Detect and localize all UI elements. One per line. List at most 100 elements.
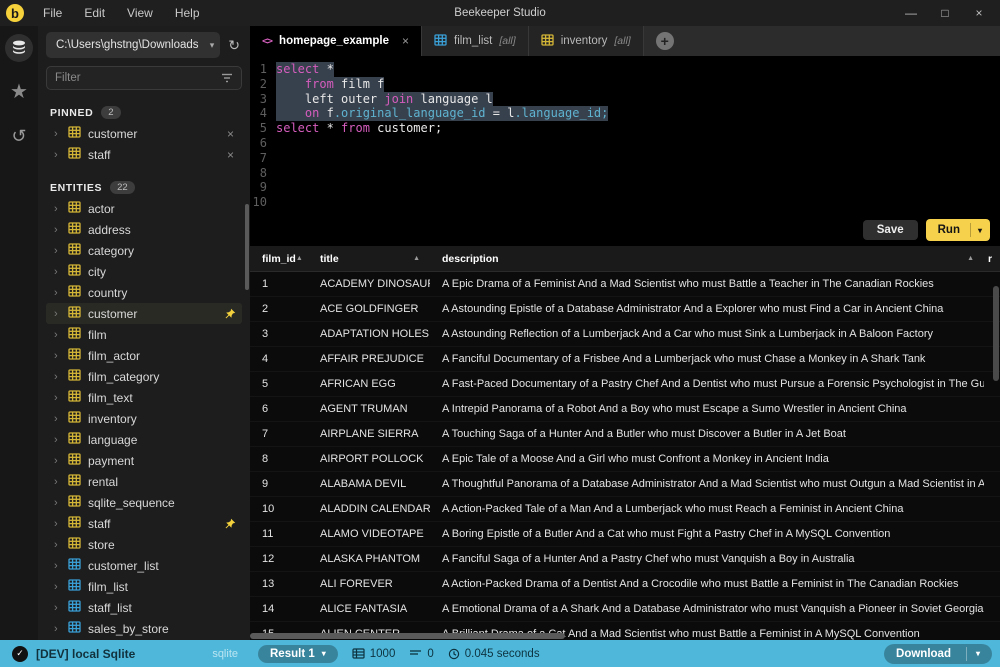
pinned-item-customer[interactable]: ›customer× bbox=[46, 123, 242, 144]
download-caret-icon[interactable]: ▾ bbox=[976, 649, 980, 658]
pinned-section-header[interactable]: PINNED 2 bbox=[50, 106, 238, 119]
column-header-r[interactable]: r bbox=[984, 253, 1000, 265]
table-row[interactable]: 8AIRPORT POLLOCKA Epic Tale of a Moose A… bbox=[250, 447, 1000, 472]
save-button[interactable]: Save bbox=[863, 220, 918, 240]
entity-item-staff[interactable]: ›staff bbox=[46, 513, 242, 534]
entity-item-film[interactable]: ›film bbox=[46, 324, 242, 345]
table-row[interactable]: 7AIRPLANE SIERRAA Touching Saga of a Hun… bbox=[250, 422, 1000, 447]
sort-arrow-icon[interactable]: ▲ bbox=[413, 255, 426, 262]
entity-item-actor[interactable]: ›actor bbox=[46, 198, 242, 219]
favorites-tab-icon[interactable]: ★ bbox=[5, 78, 33, 106]
table-row[interactable]: 9ALABAMA DEVILA Thoughtful Panorama of a… bbox=[250, 472, 1000, 497]
entity-item-sqlite_sequence[interactable]: ›sqlite_sequence bbox=[46, 492, 242, 513]
table-row[interactable]: 14ALICE FANTASIAA Emotional Drama of a A… bbox=[250, 597, 1000, 622]
chevron-right-icon[interactable]: › bbox=[54, 413, 61, 425]
pin-icon[interactable] bbox=[224, 308, 236, 320]
table-row[interactable]: 4AFFAIR PREJUDICEA Fanciful Documentary … bbox=[250, 347, 1000, 372]
column-header-film_id[interactable]: film_id▲ bbox=[250, 253, 308, 265]
entity-item-inventory[interactable]: ›inventory bbox=[46, 408, 242, 429]
table-row[interactable]: 11ALAMO VIDEOTAPEA Boring Epistle of a B… bbox=[250, 522, 1000, 547]
unpin-icon[interactable]: × bbox=[225, 127, 236, 141]
entity-item-staff_list[interactable]: ›staff_list bbox=[46, 597, 242, 618]
sidebar-scrollbar[interactable] bbox=[245, 204, 249, 290]
entity-item-country[interactable]: ›country bbox=[46, 282, 242, 303]
table-row[interactable]: 1ACADEMY DINOSAURA Epic Drama of a Femin… bbox=[250, 272, 1000, 297]
unpin-icon[interactable]: × bbox=[225, 148, 236, 162]
entity-item-film_list[interactable]: ›film_list bbox=[46, 576, 242, 597]
table-row[interactable]: 2ACE GOLDFINGERA Astounding Epistle of a… bbox=[250, 297, 1000, 322]
chevron-right-icon[interactable]: › bbox=[54, 560, 61, 572]
entity-item-store[interactable]: ›store bbox=[46, 534, 242, 555]
pinned-item-staff[interactable]: ›staff× bbox=[46, 144, 242, 165]
entity-item-address[interactable]: ›address bbox=[46, 219, 242, 240]
chevron-right-icon[interactable]: › bbox=[54, 266, 61, 278]
entity-item-city[interactable]: ›city bbox=[46, 261, 242, 282]
chevron-right-icon[interactable]: › bbox=[54, 476, 61, 488]
entity-item-language[interactable]: ›language bbox=[46, 429, 242, 450]
run-dropdown-caret-icon[interactable]: ▾ bbox=[978, 226, 990, 235]
chevron-right-icon[interactable]: › bbox=[54, 455, 61, 467]
table-row[interactable]: 13ALI FOREVERA Action-Packed Drama of a … bbox=[250, 572, 1000, 597]
tab-inventory[interactable]: inventory[all] bbox=[529, 26, 644, 56]
chevron-right-icon[interactable]: › bbox=[54, 287, 61, 299]
chevron-right-icon[interactable]: › bbox=[54, 434, 61, 446]
close-button[interactable]: × bbox=[964, 2, 994, 24]
sort-arrow-icon[interactable]: ▲ bbox=[967, 255, 980, 262]
chevron-right-icon[interactable]: › bbox=[54, 602, 61, 614]
table-row[interactable]: 10ALADDIN CALENDARA Action-Packed Tale o… bbox=[250, 497, 1000, 522]
entity-item-customer_list[interactable]: ›customer_list bbox=[46, 555, 242, 576]
result-selector-button[interactable]: Result 1 ▾ bbox=[258, 645, 338, 663]
table-row[interactable]: 12ALASKA PHANTOMA Fanciful Saga of a Hun… bbox=[250, 547, 1000, 572]
tab-close-icon[interactable]: × bbox=[402, 34, 409, 48]
chevron-right-icon[interactable]: › bbox=[54, 539, 61, 551]
table-row[interactable]: 3ADAPTATION HOLESA Astounding Reflection… bbox=[250, 322, 1000, 347]
entity-item-rental[interactable]: ›rental bbox=[46, 471, 242, 492]
chevron-right-icon[interactable]: › bbox=[54, 350, 61, 362]
tab-film_list[interactable]: film_list[all] bbox=[422, 26, 529, 56]
history-tab-icon[interactable]: ↺ bbox=[5, 122, 33, 150]
entity-item-customer[interactable]: ›customer bbox=[46, 303, 242, 324]
run-button[interactable]: Run ▾ bbox=[926, 219, 990, 241]
chevron-right-icon[interactable]: › bbox=[54, 308, 61, 320]
tab-homepage_example[interactable]: <>homepage_example× bbox=[250, 26, 422, 56]
entity-item-film_category[interactable]: ›film_category bbox=[46, 366, 242, 387]
menu-view[interactable]: View bbox=[118, 4, 162, 22]
database-tab-icon[interactable] bbox=[5, 34, 33, 62]
connection-dropdown[interactable]: C:\Users\ghstng\Downloads ▾ bbox=[46, 32, 220, 58]
minimize-button[interactable]: — bbox=[896, 2, 926, 24]
chevron-right-icon[interactable]: › bbox=[54, 329, 61, 341]
refresh-icon[interactable]: ↻ bbox=[226, 37, 242, 54]
entity-item-film_actor[interactable]: ›film_actor bbox=[46, 345, 242, 366]
horizontal-scrollbar[interactable] bbox=[250, 633, 565, 639]
chevron-right-icon[interactable]: › bbox=[54, 392, 61, 404]
pin-icon[interactable] bbox=[224, 518, 236, 530]
chevron-right-icon[interactable]: › bbox=[54, 623, 61, 635]
entity-item-sales_by_store[interactable]: ›sales_by_store bbox=[46, 618, 242, 639]
download-button[interactable]: Download ▾ bbox=[884, 644, 992, 664]
table-row[interactable]: 6AGENT TRUMANA Intrepid Panorama of a Ro… bbox=[250, 397, 1000, 422]
table-row[interactable]: 5AFRICAN EGGA Fast-Paced Documentary of … bbox=[250, 372, 1000, 397]
column-header-title[interactable]: title▲ bbox=[308, 253, 430, 265]
chevron-right-icon[interactable]: › bbox=[54, 497, 61, 509]
entity-item-payment[interactable]: ›payment bbox=[46, 450, 242, 471]
chevron-right-icon[interactable]: › bbox=[54, 371, 61, 383]
vertical-scrollbar[interactable] bbox=[993, 286, 999, 381]
menu-edit[interactable]: Edit bbox=[75, 4, 114, 22]
chevron-right-icon[interactable]: › bbox=[54, 518, 61, 530]
chevron-right-icon[interactable]: › bbox=[54, 581, 61, 593]
maximize-button[interactable]: □ bbox=[930, 2, 960, 24]
entity-item-category[interactable]: ›category bbox=[46, 240, 242, 261]
new-tab-button[interactable]: + bbox=[656, 32, 674, 50]
entities-section-header[interactable]: ENTITIES 22 bbox=[50, 181, 238, 194]
chevron-right-icon[interactable]: › bbox=[54, 128, 61, 140]
sql-editor[interactable]: 1select *2 from film f3 left outer join … bbox=[250, 56, 1000, 218]
menu-help[interactable]: Help bbox=[166, 4, 209, 22]
menu-file[interactable]: File bbox=[34, 4, 71, 22]
chevron-right-icon[interactable]: › bbox=[54, 203, 61, 215]
sort-arrow-icon[interactable]: ▲ bbox=[296, 255, 308, 262]
chevron-right-icon[interactable]: › bbox=[54, 149, 61, 161]
entity-item-film_text[interactable]: ›film_text bbox=[46, 387, 242, 408]
filter-input[interactable] bbox=[55, 72, 221, 84]
chevron-right-icon[interactable]: › bbox=[54, 224, 61, 236]
column-header-description[interactable]: description▲ bbox=[430, 253, 984, 265]
